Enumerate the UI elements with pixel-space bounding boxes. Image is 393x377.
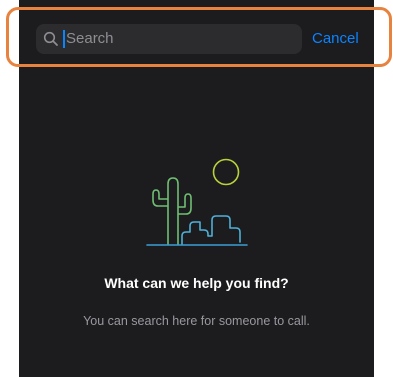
cancel-button[interactable]: Cancel (312, 30, 359, 48)
desert-cactus-icon (146, 158, 248, 246)
cactus-icon (152, 177, 192, 245)
sun-icon (212, 158, 240, 186)
empty-state-title: What can we help you find? (104, 275, 289, 291)
search-bar: Search Cancel (19, 0, 374, 76)
mesa-icon (181, 215, 241, 245)
empty-state-subtitle: You can search here for someone to call. (83, 314, 310, 328)
search-input[interactable]: Search (63, 29, 114, 49)
text-cursor (63, 30, 65, 48)
search-field[interactable]: Search (36, 24, 302, 54)
search-icon (43, 31, 58, 46)
search-placeholder: Search (66, 30, 114, 47)
